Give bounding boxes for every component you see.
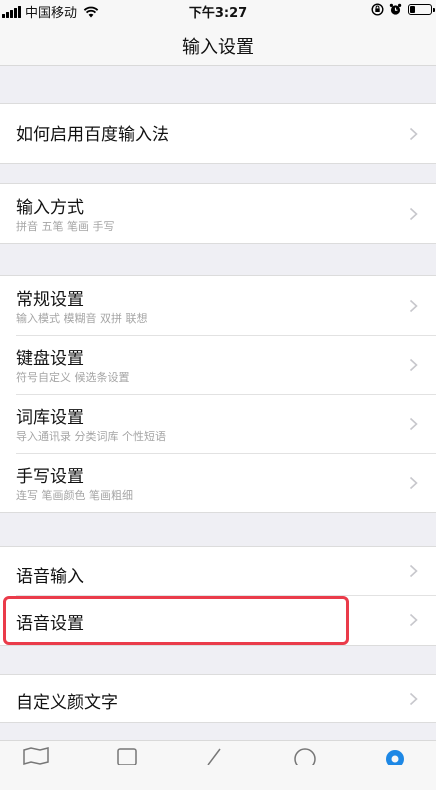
tab-bar bbox=[0, 740, 436, 790]
section-general: 常规设置 输入模式 模糊音 双拼 联想 键盘设置 符号自定义 候选条设置 词库设… bbox=[0, 275, 436, 513]
alarm-icon bbox=[389, 3, 402, 15]
battery-icon bbox=[408, 4, 435, 15]
row-subtitle: 输入模式 模糊音 双拼 联想 bbox=[16, 312, 148, 325]
section-emoticons: 自定义颜文字 bbox=[0, 674, 436, 723]
chat-icon[interactable] bbox=[290, 745, 320, 765]
row-subtitle: 导入通讯录 分类词库 个性短语 bbox=[16, 430, 166, 443]
row-lexicon-settings[interactable]: 词库设置 导入通讯录 分类词库 个性短语 bbox=[0, 394, 436, 453]
calendar-icon[interactable] bbox=[112, 745, 142, 765]
row-voice-settings[interactable]: 语音设置 bbox=[0, 595, 436, 645]
row-label: 键盘设置 bbox=[16, 349, 84, 369]
section-voice: 语音输入 语音设置 bbox=[0, 546, 436, 646]
row-input-method[interactable]: 输入方式 拼音 五笔 笔画 手写 bbox=[0, 184, 436, 243]
chevron-right-icon bbox=[409, 692, 418, 705]
row-voice-input[interactable]: 语音输入 bbox=[0, 547, 436, 595]
row-label: 手写设置 bbox=[16, 467, 84, 487]
chevron-right-icon bbox=[409, 127, 418, 140]
row-general-settings[interactable]: 常规设置 输入模式 模糊音 双拼 联想 bbox=[0, 276, 436, 335]
pen-icon[interactable] bbox=[200, 745, 230, 765]
navigation-bar: 输入设置 bbox=[0, 22, 436, 66]
row-label: 自定义颜文字 bbox=[16, 693, 118, 713]
chevron-right-icon bbox=[409, 564, 418, 578]
status-right bbox=[371, 3, 435, 16]
rotation-lock-icon bbox=[371, 3, 384, 16]
row-subtitle: 拼音 五笔 笔画 手写 bbox=[16, 220, 115, 233]
status-bar: 中国移动 下午3:27 bbox=[0, 0, 436, 22]
row-subtitle: 连写 笔画颜色 笔画粗细 bbox=[16, 489, 133, 502]
chevron-right-icon bbox=[409, 358, 418, 371]
row-label: 常规设置 bbox=[16, 290, 84, 310]
row-subtitle: 符号自定义 候选条设置 bbox=[16, 371, 130, 384]
row-label: 语音设置 bbox=[16, 614, 84, 634]
chevron-right-icon bbox=[409, 417, 418, 430]
chevron-right-icon bbox=[409, 613, 418, 627]
section-enable-guide: 如何启用百度输入法 bbox=[0, 103, 436, 164]
gear-icon[interactable] bbox=[380, 745, 410, 765]
row-custom-emoticons[interactable]: 自定义颜文字 bbox=[0, 675, 436, 722]
row-keyboard-settings[interactable]: 键盘设置 符号自定义 候选条设置 bbox=[0, 335, 436, 394]
row-how-to-enable[interactable]: 如何启用百度输入法 bbox=[0, 104, 436, 163]
section-input-method: 输入方式 拼音 五笔 笔画 手写 bbox=[0, 183, 436, 244]
chevron-right-icon bbox=[409, 299, 418, 312]
page-title: 输入设置 bbox=[182, 37, 254, 58]
row-label: 词库设置 bbox=[16, 408, 84, 428]
row-label: 输入方式 bbox=[16, 198, 84, 218]
row-label: 语音输入 bbox=[16, 567, 84, 587]
chevron-right-icon bbox=[409, 476, 418, 489]
battery-level bbox=[410, 6, 415, 13]
row-handwriting-settings[interactable]: 手写设置 连写 笔画颜色 笔画粗细 bbox=[0, 453, 436, 512]
chevron-right-icon bbox=[409, 207, 418, 220]
row-label: 如何启用百度输入法 bbox=[16, 125, 169, 145]
map-icon[interactable] bbox=[21, 745, 51, 765]
